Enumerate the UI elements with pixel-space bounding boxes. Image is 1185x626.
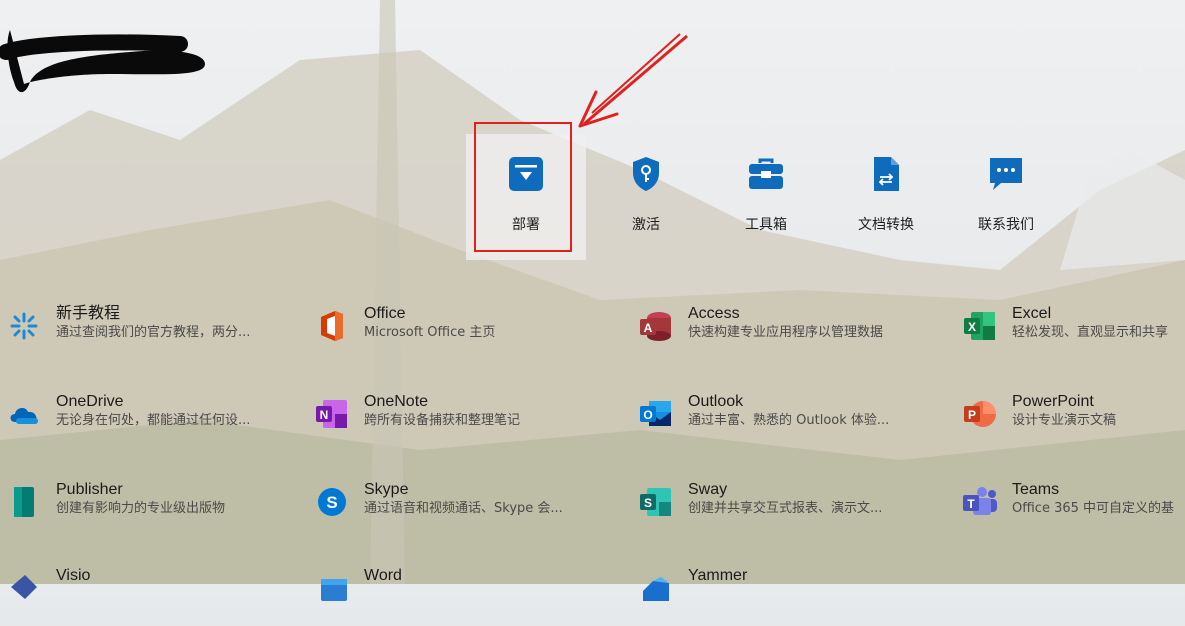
app-description: 通过丰富、熟悉的 Outlook 体验... (688, 413, 890, 428)
tutorial-icon (4, 306, 44, 346)
tile-label: 联系我们 (978, 217, 1034, 233)
app-name: Skype (364, 481, 409, 498)
svg-text:T: T (967, 497, 975, 511)
app-description: 创建并共享交互式报表、演示文... (688, 501, 883, 516)
app-sway[interactable]: S Sway 创建并共享交互式报表、演示文... (636, 480, 956, 540)
app-name: Sway (688, 481, 728, 498)
app-name: Outlook (688, 393, 744, 410)
access-icon: A (636, 306, 676, 346)
svg-text:N: N (320, 408, 329, 422)
app-word[interactable]: Word (312, 566, 632, 626)
toolbox-icon (746, 154, 786, 194)
svg-text:X: X (968, 320, 976, 334)
app-name: Excel (1012, 305, 1052, 322)
svg-text:P: P (968, 408, 976, 422)
app-visio[interactable]: Visio (4, 566, 324, 626)
tile-deploy[interactable]: 部署 (466, 134, 586, 260)
document-convert-icon (866, 154, 906, 194)
app-powerpoint[interactable]: P PowerPoint 设计专业演示文稿 (960, 392, 1185, 452)
app-description: 通过查阅我们的官方教程，两分... (56, 325, 251, 340)
sway-icon: S (636, 482, 676, 522)
svg-text:O: O (643, 408, 652, 422)
tile-activate[interactable]: 激活 (586, 134, 706, 260)
app-teams[interactable]: T Teams Office 365 中可自定义的基 (960, 480, 1185, 540)
yammer-icon (636, 568, 676, 608)
tile-contact-us[interactable]: 联系我们 (946, 134, 1066, 260)
app-description: 无论身在何处，都能通过任何设... (56, 413, 251, 428)
tile-label: 文档转换 (858, 217, 914, 233)
app-description: Office 365 中可自定义的基 (1012, 501, 1175, 516)
app-description: 跨所有设备捕获和整理笔记 (364, 413, 521, 428)
publisher-icon (4, 482, 44, 522)
onenote-icon: N (312, 394, 352, 434)
onedrive-icon (4, 394, 44, 434)
app-description: 设计专业演示文稿 (1012, 413, 1117, 428)
top-action-tiles: 部署 激活 工具箱 文档转换 联系我们 (466, 134, 1086, 260)
outlook-icon: O (636, 394, 676, 434)
chat-bubble-icon (986, 154, 1026, 194)
app-office[interactable]: Office Microsoft Office 主页 (312, 304, 632, 364)
tile-toolbox[interactable]: 工具箱 (706, 134, 826, 260)
app-access[interactable]: A Access 快速构建专业应用程序以管理数据 (636, 304, 956, 364)
app-name: OneNote (364, 393, 429, 410)
powerpoint-icon: P (960, 394, 1000, 434)
redaction-mark (0, 30, 206, 93)
word-icon (312, 568, 352, 608)
svg-text:A: A (644, 321, 653, 335)
app-excel[interactable]: X Excel 轻松发现、直观显示和共享 (960, 304, 1185, 364)
app-description: 创建有影响力的专业级出版物 (56, 501, 226, 516)
app-name: 新手教程 (56, 305, 121, 322)
app-skype[interactable]: S Skype 通过语音和视频通话、Skype 会... (312, 480, 632, 540)
app-name: Word (364, 567, 402, 584)
app-yammer[interactable]: Yammer (636, 566, 956, 626)
tile-label: 工具箱 (745, 217, 787, 233)
app-name: Access (688, 305, 740, 322)
app-onedrive[interactable]: OneDrive 无论身在何处，都能通过任何设... (4, 392, 324, 452)
teams-icon: T (960, 482, 1000, 522)
app-name: Teams (1012, 481, 1060, 498)
app-publisher[interactable]: Publisher 创建有影响力的专业级出版物 (4, 480, 324, 540)
app-name: Office (364, 305, 406, 322)
app-name: PowerPoint (1012, 393, 1094, 410)
tile-document-convert[interactable]: 文档转换 (826, 134, 946, 260)
tile-label: 激活 (632, 217, 660, 233)
app-description: 快速构建专业应用程序以管理数据 (688, 325, 884, 340)
excel-icon: X (960, 306, 1000, 346)
app-tutorial[interactable]: 新手教程 通过查阅我们的官方教程，两分... (4, 304, 324, 364)
app-outlook[interactable]: O Outlook 通过丰富、熟悉的 Outlook 体验... (636, 392, 956, 452)
app-name: Visio (56, 567, 91, 584)
shield-key-icon (626, 154, 666, 194)
tile-label: 部署 (512, 217, 540, 233)
svg-text:S: S (644, 496, 652, 510)
visio-icon (4, 568, 44, 608)
office-icon (312, 306, 352, 346)
app-description: Microsoft Office 主页 (364, 325, 496, 340)
app-name: Publisher (56, 481, 123, 498)
app-description: 通过语音和视频通话、Skype 会... (364, 501, 563, 516)
download-box-icon (506, 154, 546, 194)
skype-icon: S (312, 482, 352, 522)
svg-text:S: S (326, 493, 337, 512)
app-onenote[interactable]: N OneNote 跨所有设备捕获和整理笔记 (312, 392, 632, 452)
app-name: Yammer (688, 567, 748, 584)
app-name: OneDrive (56, 393, 124, 410)
app-description: 轻松发现、直观显示和共享 (1012, 325, 1169, 340)
